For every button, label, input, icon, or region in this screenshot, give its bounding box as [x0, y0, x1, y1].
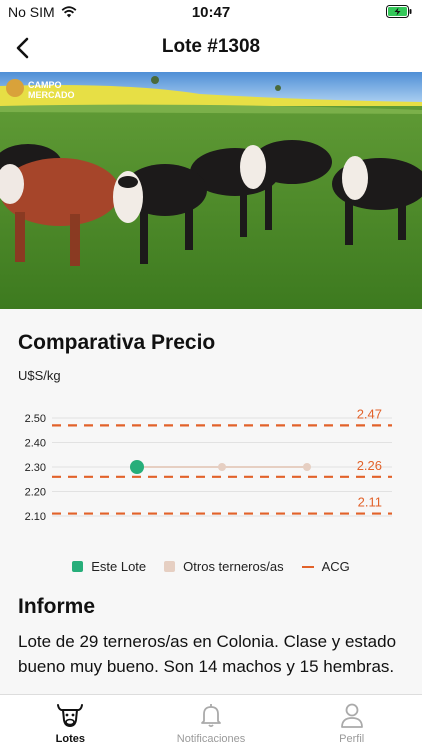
- otros-point: [303, 463, 311, 471]
- tab-label: Lotes: [55, 733, 85, 745]
- y-tick-label: 2.20: [25, 487, 46, 499]
- status-bar: No SIM 10:47: [0, 0, 422, 24]
- report-text: Lote de 29 terneros/as en Colonia. Clase…: [18, 632, 397, 676]
- bell-icon: [201, 704, 221, 728]
- tab-label: Perfil: [339, 733, 365, 745]
- page-title: Lote #1308: [161, 36, 261, 57]
- acg-value-label: 2.47: [357, 406, 382, 421]
- legend-swatch: [72, 561, 84, 572]
- legend-item-este-lote: Este Lote: [72, 559, 146, 574]
- legend-label: ACG: [321, 559, 350, 574]
- lot-photo: CAMPO MERCADO: [0, 72, 422, 309]
- legend-item-otros: Otros terneros/as: [164, 559, 284, 574]
- y-tick-label: 2.10: [25, 511, 46, 523]
- price-section-title: Comparativa Precio: [18, 331, 216, 354]
- logo-line1: CAMPO: [28, 80, 62, 90]
- tab-perfil[interactable]: Perfil: [281, 695, 422, 750]
- price-unit-label: U$S/kg: [18, 368, 61, 383]
- y-tick-label: 2.50: [25, 413, 46, 425]
- legend-label: Otros terneros/as: [183, 559, 284, 574]
- tab-notificaciones[interactable]: Notificaciones: [141, 695, 282, 750]
- otros-point: [218, 463, 226, 471]
- legend-swatch: [301, 565, 314, 568]
- legend-label: Este Lote: [91, 559, 147, 574]
- status-time: 10:47: [191, 4, 231, 21]
- logo-line2: MERCADO: [28, 90, 75, 100]
- legend-item-acg: ACG: [301, 559, 350, 574]
- legend-swatch: [164, 561, 176, 572]
- tab-bar: Lotes Notificaciones Perfil: [0, 694, 422, 750]
- tab-label: Notificaciones: [176, 733, 246, 745]
- report-title: Informe: [18, 595, 96, 618]
- navigation-bar: Lote #1308: [0, 24, 422, 72]
- chevron-left-icon: [16, 37, 29, 59]
- back-button[interactable]: [6, 32, 38, 64]
- acg-value-label: 2.11: [358, 495, 382, 510]
- chart-legend: Este Lote Otros terneros/as ACG: [0, 559, 422, 574]
- person-icon: [340, 703, 363, 728]
- battery-charging-icon: [386, 5, 412, 18]
- y-tick-label: 2.40: [25, 438, 46, 450]
- este-lote-point: [130, 460, 144, 474]
- tab-lotes[interactable]: Lotes: [0, 695, 141, 750]
- cow-icon: [57, 704, 84, 727]
- content-area[interactable]: Comparativa Precio U$S/kg 2.50 2.40 2.30 2.…: [0, 309, 422, 694]
- price-chart: 2.50 2.40 2.30 2.20 2.10 2.47 2.26 2.11: [25, 406, 392, 523]
- acg-value-label: 2.26: [357, 458, 382, 473]
- y-tick-label: 2.30: [25, 462, 46, 474]
